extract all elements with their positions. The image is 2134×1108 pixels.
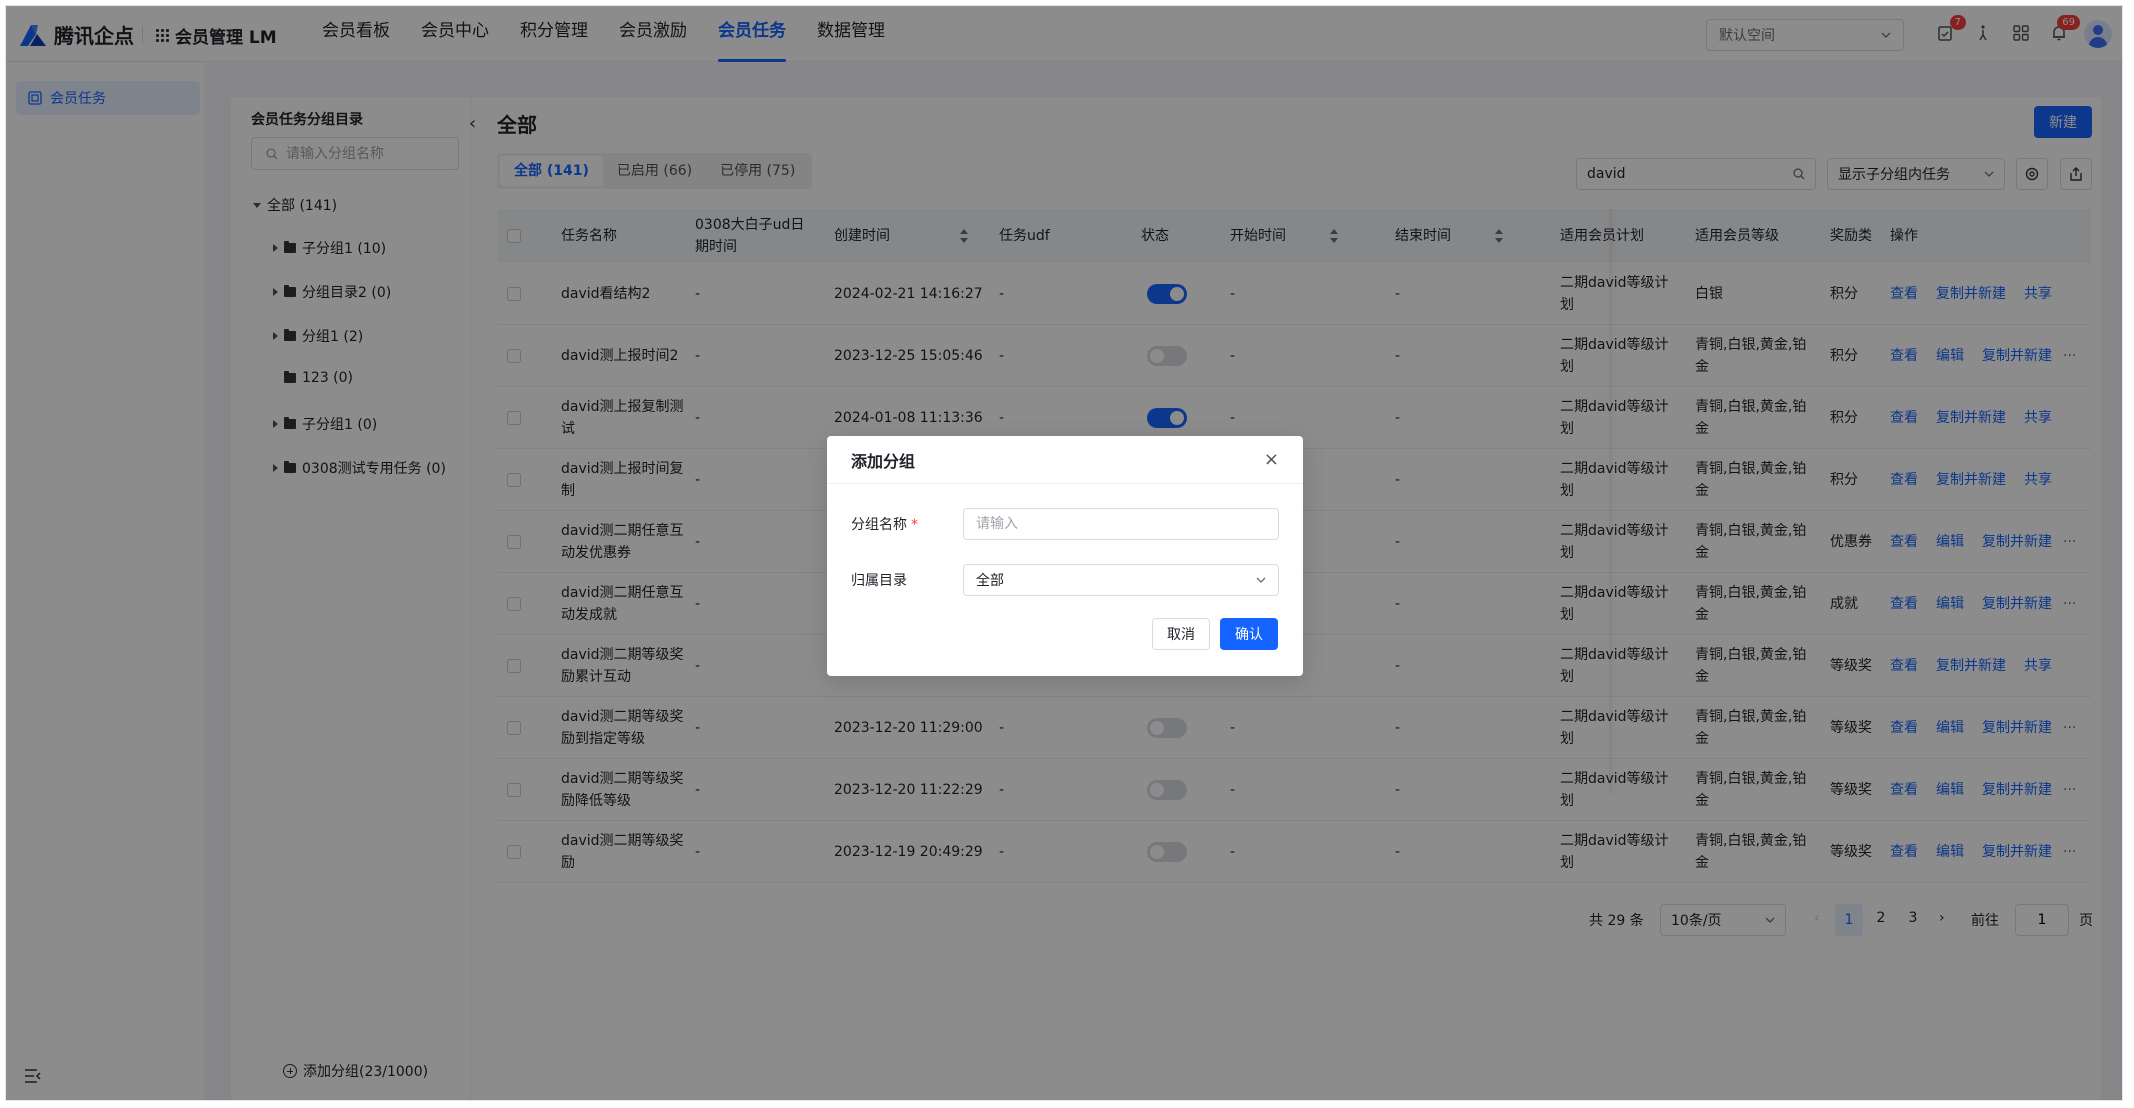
add-group-modal: 添加分组 × 分组名称* 归属目录 全部 取消 确认: [827, 436, 1303, 676]
parent-dir-value: 全部: [976, 573, 1004, 589]
chevron-down-icon: [1256, 577, 1266, 583]
parent-dir-label: 归属目录: [851, 573, 907, 589]
app-window: 腾讯企点 会员管理 LM 会员看板 会员中心 积分管理 会员激励 会员任务 数据…: [6, 6, 2122, 1100]
group-name-label: 分组名称 *: [851, 517, 918, 533]
parent-dir-select[interactable]: 全部: [963, 564, 1279, 596]
group-name-row: 分组名称 *: [851, 508, 1279, 540]
parent-dir-row: 归属目录 全部: [851, 564, 1279, 596]
confirm-button[interactable]: 确认: [1220, 618, 1278, 650]
modal-header: 添加分组 ×: [827, 436, 1303, 484]
modal-title: 添加分组: [851, 451, 916, 471]
close-icon[interactable]: ×: [1264, 449, 1279, 470]
cancel-button[interactable]: 取消: [1152, 618, 1210, 650]
group-name-input[interactable]: [963, 508, 1279, 540]
